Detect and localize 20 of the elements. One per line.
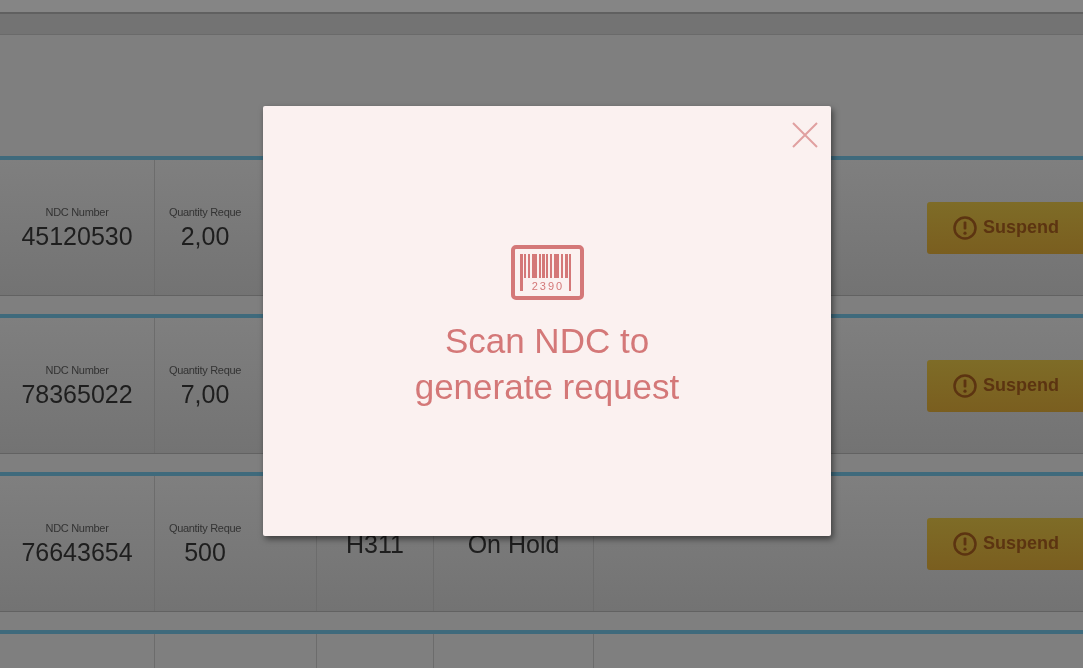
scan-message: Scan NDC to generate request	[413, 320, 681, 408]
field-label: NDC Number	[45, 204, 109, 220]
field-label: Quantity Reque	[168, 204, 242, 220]
warning-icon	[953, 373, 977, 398]
field-value: H311	[346, 528, 404, 560]
field-label: Quantity Reque	[168, 362, 242, 378]
field-value: 7,00	[180, 378, 230, 410]
barcode-icon: 2390	[510, 245, 584, 300]
field-value: 76643654	[21, 536, 133, 568]
field-value: 45120530	[21, 220, 133, 252]
field-label: Quantity Reque	[168, 520, 242, 536]
field-label: NDC Number	[45, 520, 109, 536]
warning-icon	[953, 215, 977, 240]
close-icon[interactable]	[792, 122, 818, 148]
field-value: 78365022	[21, 378, 133, 410]
warning-icon	[953, 531, 977, 556]
field-value: 2,00	[180, 220, 230, 252]
field-value: 500	[184, 536, 226, 568]
field-label: NDC Number	[45, 362, 109, 378]
field-value: On Hold	[467, 528, 560, 560]
